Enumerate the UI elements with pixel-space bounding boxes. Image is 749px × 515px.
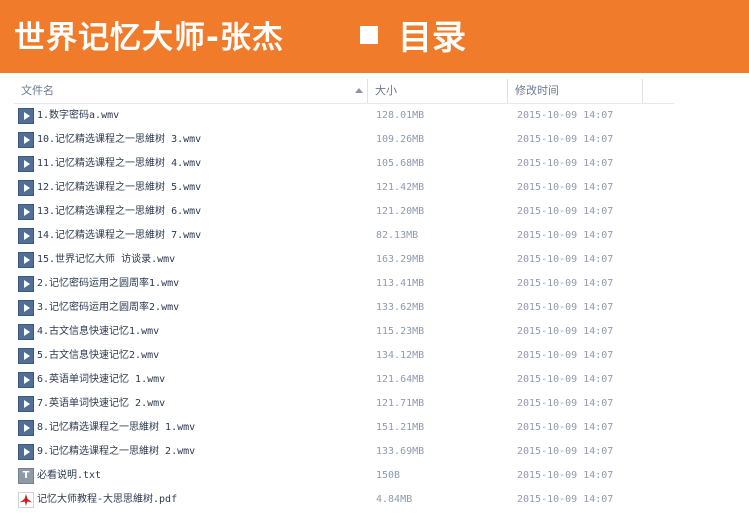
file-modified-date: 2015-10-09 14:07 [517,446,614,457]
file-name[interactable]: 11.记忆精选课程之一思維树 4.wmv [37,152,201,176]
file-name[interactable]: 13.记忆精选课程之一思維树 6.wmv [37,200,201,224]
file-modified-date: 2015-10-09 14:07 [517,302,614,313]
video-file-icon [18,228,34,244]
file-size: 109.26MB [376,134,425,145]
file-row[interactable]: 11.记忆精选课程之一思維树 4.wmv 105.68MB 2015-10-09 1… [14,152,674,176]
column-header-size[interactable]: 大小 [368,79,507,103]
file-modified-date: 2015-10-09 14:07 [517,398,614,409]
video-file-icon [18,156,34,172]
file-size: 4.84MB [376,494,413,505]
file-name[interactable]: 8.记忆精选课程之一思維树 1.wmv [37,416,195,440]
file-row[interactable]: T 必看说明.txt 150B 2015-10-09 14:07 [14,464,674,488]
file-name[interactable]: 记忆大师教程-大思思維树.pdf [37,488,177,512]
column-header-name-label: 文件名 [21,84,54,97]
pdf-file-icon [18,492,34,508]
video-file-icon [18,324,34,340]
file-row[interactable]: 5.古文信息快速记忆2.wmv 134.12MB 2015-10-09 14:07 [14,344,674,368]
file-name[interactable]: 2.记忆密码运用之圆周率1.wmv [37,272,179,296]
file-row[interactable]: 6.英语单词快速记忆 1.wmv 121.64MB 2015-10-09 14:07 [14,368,674,392]
video-file-icon [18,108,34,124]
file-name[interactable]: 4.古文信息快速记忆1.wmv [37,320,159,344]
column-header-size-label: 大小 [375,84,397,97]
text-file-icon: T [18,468,34,484]
file-modified-date: 2015-10-09 14:07 [517,350,614,361]
file-row[interactable]: 记忆大师教程-大思思維树.pdf 4.84MB 2015-10-09 14:07 [14,488,674,512]
file-name[interactable]: 9.记忆精选课程之一思維树 2.wmv [37,440,195,464]
file-modified-date: 2015-10-09 14:07 [517,470,614,481]
file-size: 121.42MB [376,182,425,193]
file-row[interactable]: 7.英语单词快速记忆 2.wmv 121.71MB 2015-10-09 14:07 [14,392,674,416]
file-size: 121.20MB [376,206,425,217]
file-row[interactable]: 15.世界记忆大师 访谈录.wmv 163.29MB 2015-10-09 14:0… [14,248,674,272]
square-bullet-icon [360,26,378,44]
column-header-modified[interactable]: 修改时间 [508,79,642,103]
file-modified-date: 2015-10-09 14:07 [517,158,614,169]
file-size: 133.62MB [376,302,425,313]
file-row[interactable]: 12.记忆精选课程之一思維树 5.wmv 121.42MB 2015-10-09 1… [14,176,674,200]
file-row[interactable]: 9.记忆精选课程之一思維树 2.wmv 133.69MB 2015-10-09 14… [14,440,674,464]
file-modified-date: 2015-10-09 14:07 [517,494,614,505]
video-file-icon [18,396,34,412]
file-modified-date: 2015-10-09 14:07 [517,254,614,265]
file-row[interactable]: 1.数字密码a.wmv 128.01MB 2015-10-09 14:07 [14,104,674,128]
file-name[interactable]: 5.古文信息快速记忆2.wmv [37,344,159,368]
file-modified-date: 2015-10-09 14:07 [517,182,614,193]
file-size: 150B [376,470,401,481]
file-name[interactable]: 12.记忆精选课程之一思維树 5.wmv [37,176,201,200]
file-size: 134.12MB [376,350,425,361]
file-size: 113.41MB [376,278,425,289]
file-name[interactable]: 10.记忆精选课程之一思維树 3.wmv [37,128,201,152]
column-header-modified-label: 修改时间 [515,84,559,97]
video-file-icon [18,132,34,148]
file-row[interactable]: 10.记忆精选课程之一思維树 3.wmv 109.26MB 2015-10-09 1… [14,128,674,152]
file-modified-date: 2015-10-09 14:07 [517,278,614,289]
file-list: 1.数字密码a.wmv 128.01MB 2015-10-09 14:07 10.记忆… [14,104,674,512]
sort-ascending-icon [355,88,363,93]
file-name[interactable]: 必看说明.txt [37,464,101,488]
file-row[interactable]: 2.记忆密码运用之圆周率1.wmv 113.41MB 2015-10-09 14:0… [14,272,674,296]
video-file-icon [18,444,34,460]
file-modified-date: 2015-10-09 14:07 [517,326,614,337]
title-banner: 世界记忆大师-张杰 目录 [0,0,749,73]
file-modified-date: 2015-10-09 14:07 [517,422,614,433]
file-modified-date: 2015-10-09 14:07 [517,374,614,385]
file-size: 163.29MB [376,254,425,265]
file-size: 128.01MB [376,110,425,121]
file-row[interactable]: 3.记忆密码运用之圆周率2.wmv 133.62MB 2015-10-09 14:0… [14,296,674,320]
video-file-icon [18,420,34,436]
file-name[interactable]: 1.数字密码a.wmv [37,104,119,128]
file-name[interactable]: 14.记忆精选课程之一思維树 7.wmv [37,224,201,248]
file-list-header: 文件名 大小 修改时间 [14,79,674,104]
file-modified-date: 2015-10-09 14:07 [517,110,614,121]
video-file-icon [18,276,34,292]
file-size: 82.13MB [376,230,419,241]
video-file-icon [18,300,34,316]
file-row[interactable]: 4.古文信息快速记忆1.wmv 115.23MB 2015-10-09 14:07 [14,320,674,344]
banner-catalog-label: 目录 [398,18,466,58]
file-row[interactable]: 13.记忆精选课程之一思維树 6.wmv 121.20MB 2015-10-09 1… [14,200,674,224]
file-modified-date: 2015-10-09 14:07 [517,134,614,145]
file-size: 121.64MB [376,374,425,385]
video-file-icon [18,348,34,364]
file-row[interactable]: 14.记忆精选课程之一思維树 7.wmv 82.13MB 2015-10-09 14… [14,224,674,248]
file-name[interactable]: 6.英语单词快速记忆 1.wmv [37,368,165,392]
file-size: 151.21MB [376,422,425,433]
video-file-icon [18,180,34,196]
video-file-icon [18,204,34,220]
file-size: 115.23MB [376,326,425,337]
banner-title: 世界记忆大师-张杰 [14,20,284,56]
file-size: 121.71MB [376,398,425,409]
file-modified-date: 2015-10-09 14:07 [517,230,614,241]
file-name[interactable]: 15.世界记忆大师 访谈录.wmv [37,248,175,272]
video-file-icon [18,252,34,268]
video-file-icon [18,372,34,388]
file-row[interactable]: 8.记忆精选课程之一思維树 1.wmv 151.21MB 2015-10-09 14… [14,416,674,440]
column-header-name[interactable]: 文件名 [14,79,367,103]
file-name[interactable]: 7.英语单词快速记忆 2.wmv [37,392,165,416]
file-modified-date: 2015-10-09 14:07 [517,206,614,217]
file-size: 133.69MB [376,446,425,457]
file-name[interactable]: 3.记忆密码运用之圆周率2.wmv [37,296,179,320]
file-size: 105.68MB [376,158,425,169]
column-divider[interactable] [642,79,643,103]
